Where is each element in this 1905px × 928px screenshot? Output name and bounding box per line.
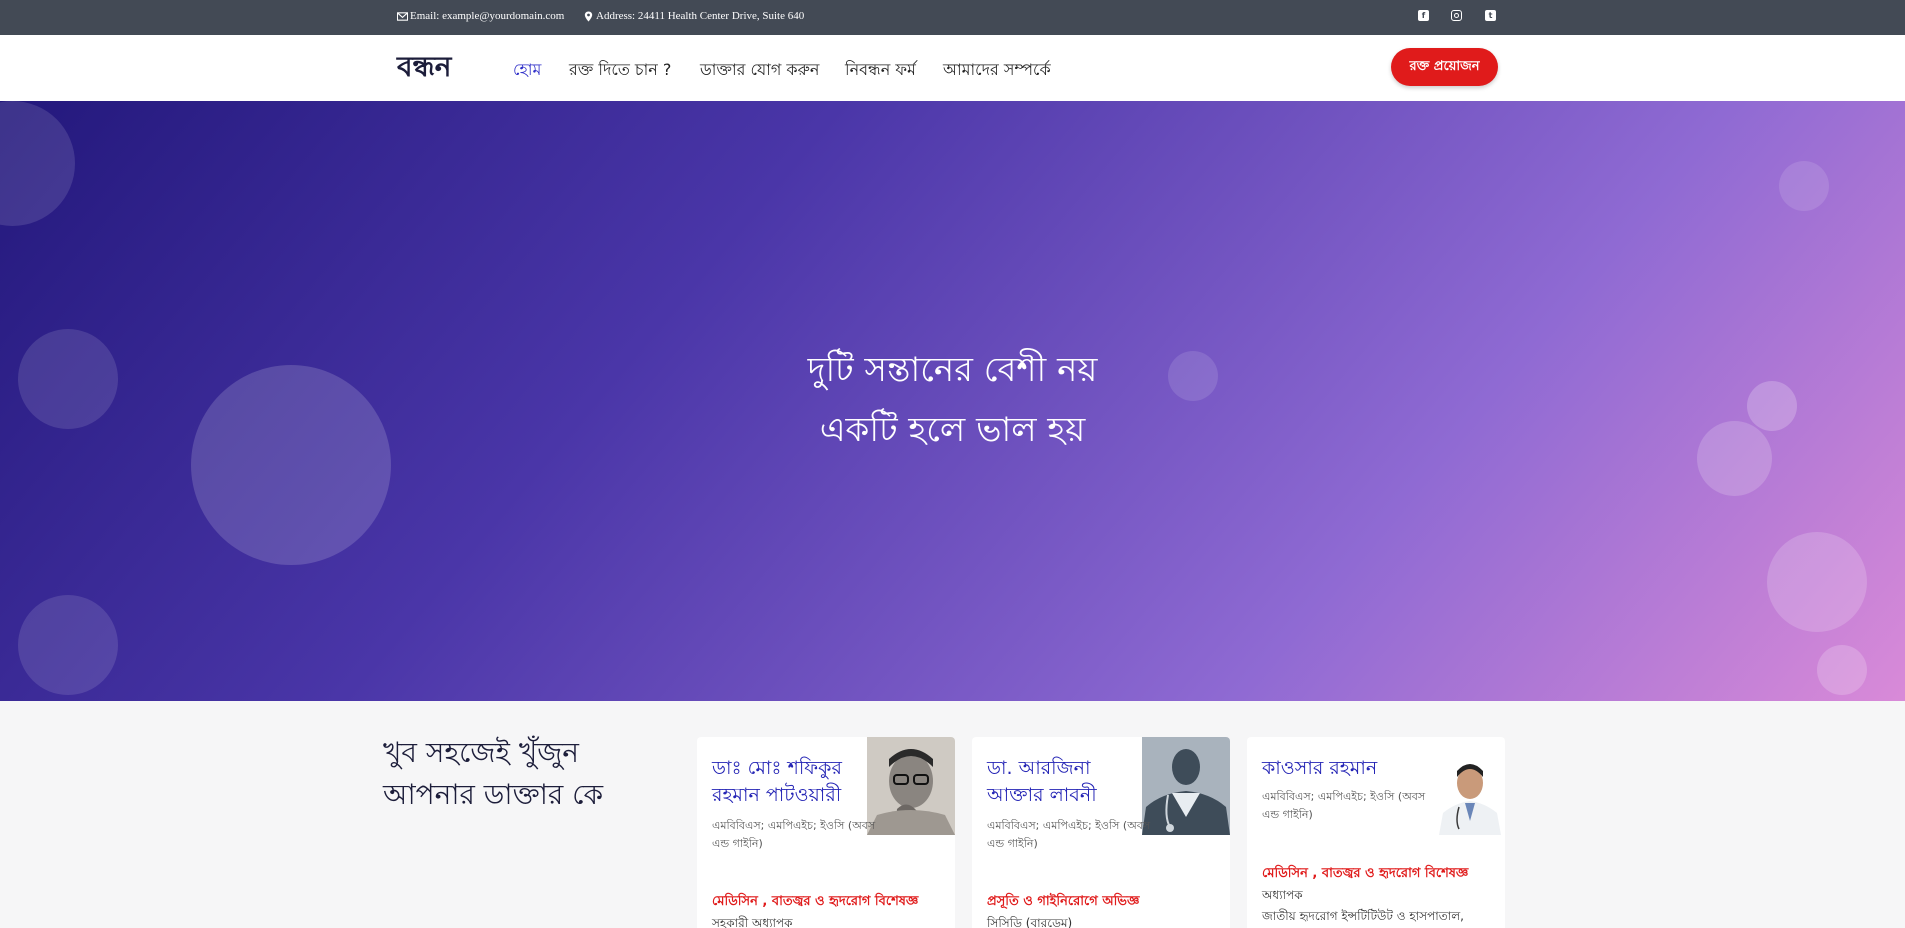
doctor-name[interactable]: ডা. আরজিনা আক্তার লাবনী — [987, 755, 1137, 809]
map-marker-icon — [584, 10, 593, 22]
doctors-section-title: খুব সহজেই খুঁজুন আপনার ডাক্তার কে — [383, 732, 603, 816]
doctor-card[interactable]: ডাঃ মোঃ শফিকুর রহমান পাটওয়ারী এমবিবিএস;… — [697, 737, 955, 928]
doctor-degree: এমবিবিএস; এমপিএইচ; ইওসি (অবস এন্ড গাইনি) — [1262, 790, 1426, 821]
top-info-bar: Email: example@yourdomain.com Address: 2… — [0, 0, 1905, 35]
instagram-icon[interactable] — [1451, 10, 1462, 21]
hero-banner: দুটি সন্তানের বেশী নয় একটি হলে ভাল হয় — [0, 101, 1905, 701]
nav-item-donate-blood[interactable]: রক্ত দিতে চান ? — [569, 57, 671, 84]
decor-bubble — [1779, 161, 1829, 211]
doctor-specialty: প্রসূতি ও গাইনিরোগে অভিজ্ঞ — [987, 894, 1140, 909]
email-text: Email: example@yourdomain.com — [410, 10, 565, 22]
email-info: Email: example@yourdomain.com — [397, 10, 564, 22]
decor-bubble — [0, 101, 75, 226]
hero-headline-line1: দুটি সন্তানের বেশী নয় — [807, 350, 1098, 390]
decor-bubble — [1817, 645, 1867, 695]
main-navbar: বন্ধন হোম রক্ত দিতে চান ? ডাক্তার যোগ কর… — [0, 35, 1905, 101]
nav-item-home[interactable]: হোম — [513, 57, 541, 84]
doctor-degree: এমবিবিএস; এমপিএইচ; ইওসি (অবস এন্ড গাইনি) — [712, 819, 876, 850]
doctor-role: অধ্যাপক — [1262, 888, 1303, 902]
address-info: Address: 24411 Health Center Drive, Suit… — [583, 10, 804, 22]
doctor-specialty: মেডিসিন , বাতজ্বর ও হৃদরোগ বিশেষজ্ঞ — [1262, 866, 1469, 881]
doctor-degree: এমবিবিএস; এমপিএইচ; ইওসি (অবস এন্ড গাইনি) — [987, 819, 1151, 850]
facebook-icon[interactable]: f — [1418, 10, 1429, 21]
section-title-line2: আপনার ডাক্তার কে — [383, 778, 604, 811]
brand-logo[interactable]: বন্ধন — [397, 45, 451, 92]
decor-bubble — [18, 595, 118, 695]
nav-item-about-us[interactable]: আমাদের সম্পর্কে — [943, 57, 1051, 84]
address-text: Address: 24411 Health Center Drive, Suit… — [596, 10, 805, 22]
doctor-role: সিসিডি (বারডেম) — [987, 916, 1073, 928]
nav-item-registration-form[interactable]: নিবন্ধন ফর্ম — [845, 57, 916, 84]
doctor-card[interactable]: কাওসার রহমান এমবিবিএস; এমপিএইচ; ইওসি (অব… — [1247, 737, 1505, 928]
need-blood-button[interactable]: রক্ত প্রয়োজন — [1391, 48, 1498, 86]
doctor-specialty: মেডিসিন , বাতজ্বর ও হৃদরোগ বিশেষজ্ঞ — [712, 894, 919, 909]
section-title-line1: খুব সহজেই খুঁজুন — [383, 736, 579, 769]
doctor-name[interactable]: ডাঃ মোঃ শফিকুর রহমান পাটওয়ারী — [712, 755, 862, 809]
envelope-icon — [397, 11, 408, 21]
doctor-photo — [1435, 755, 1505, 835]
doctor-role: সহকারী অধ্যাপক — [712, 916, 793, 928]
decor-bubble — [1767, 532, 1867, 632]
doctor-institute: জাতীয় হৃদরোগ ইন্সটিটিউট ও হাসপাতাল, — [1262, 909, 1464, 923]
doctor-name[interactable]: কাওসার রহমান — [1262, 755, 1432, 782]
hero-headline-line2: একটি হলে ভাল হয় — [819, 410, 1086, 450]
doctor-card[interactable]: ডা. আরজিনা আক্তার লাবনী এমবিবিএস; এমপিএই… — [972, 737, 1230, 928]
nav-item-add-doctor[interactable]: ডাক্তার যোগ করুন — [700, 57, 819, 84]
twitter-icon[interactable]: t — [1485, 10, 1496, 21]
